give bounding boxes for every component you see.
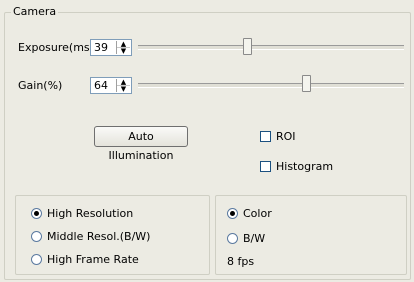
color-mode-radio-0[interactable] [227,208,238,219]
exposure-spinbox[interactable]: 39 ▲ ▼ [90,39,132,56]
exposure-spin-buttons[interactable]: ▲ ▼ [116,41,130,55]
gain-slider-track[interactable] [138,83,404,88]
camera-group-title: Camera [11,5,59,18]
gain-down-arrow-icon[interactable]: ▼ [117,86,130,93]
resolution-radio-2[interactable] [31,254,42,265]
color-mode-radio-1[interactable] [227,233,238,244]
histogram-label: Histogram [276,160,334,173]
gain-spinbox[interactable]: 64 ▲ ▼ [90,77,132,94]
resolution-radio-label-1[interactable]: Middle Resol.(B/W) [47,230,150,243]
roi-label: ROI [276,130,296,143]
histogram-checkbox[interactable] [260,161,271,172]
exposure-label: Exposure(ms) [18,41,94,54]
exposure-slider-thumb[interactable] [243,38,253,55]
resolution-radio-label-2[interactable]: High Frame Rate [47,253,139,266]
roi-checkbox[interactable] [260,131,271,142]
color-mode-radio-label-1[interactable]: B/W [243,232,265,245]
auto-illumination-button[interactable]: Auto Illumination [94,126,188,162]
exposure-down-arrow-icon[interactable]: ▼ [117,48,130,55]
gain-value[interactable]: 64 [94,79,108,92]
resolution-radio-0[interactable] [31,208,42,219]
fps-readout: 8 fps [227,255,255,268]
gain-label: Gain(%) [18,79,63,92]
exposure-value[interactable]: 39 [94,41,108,54]
resolution-radio-label-0[interactable]: High Resolution [47,207,133,220]
gain-slider-thumb[interactable] [302,75,312,92]
gain-spin-buttons[interactable]: ▲ ▼ [116,79,130,93]
exposure-slider-track[interactable] [138,45,404,50]
resolution-radio-1[interactable] [31,231,42,242]
color-mode-radio-label-0[interactable]: Color [243,207,272,220]
